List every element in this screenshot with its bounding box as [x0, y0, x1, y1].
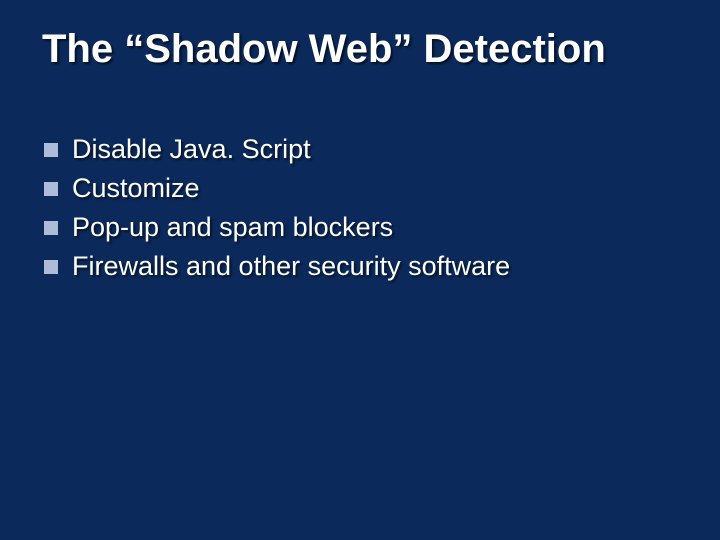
list-item: Disable Java. Script	[44, 130, 660, 169]
list-item-label: Customize	[72, 169, 200, 208]
list-item: Pop-up and spam blockers	[44, 208, 660, 247]
square-bullet-icon	[44, 260, 58, 274]
list-item-label: Firewalls and other security software	[72, 247, 510, 286]
list-item-label: Pop-up and spam blockers	[72, 208, 393, 247]
list-item-label: Disable Java. Script	[72, 130, 311, 169]
slide-title: The “Shadow Web” Detection	[42, 26, 678, 72]
square-bullet-icon	[44, 221, 58, 235]
list-item: Firewalls and other security software	[44, 247, 660, 286]
square-bullet-icon	[44, 143, 58, 157]
slide: The “Shadow Web” Detection Disable Java.…	[0, 0, 720, 540]
square-bullet-icon	[44, 182, 58, 196]
list-item: Customize	[44, 169, 660, 208]
slide-body: Disable Java. Script Customize Pop-up an…	[44, 130, 660, 287]
